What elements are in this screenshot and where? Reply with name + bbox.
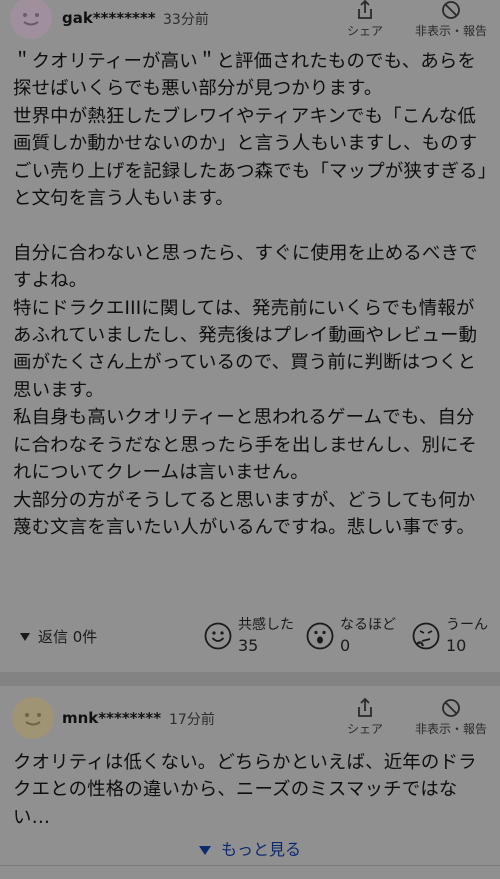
surprised-icon	[306, 622, 334, 650]
bottom-divider	[0, 865, 500, 866]
timestamp: 33分前	[163, 12, 209, 28]
avatar-face-icon	[25, 713, 41, 726]
share-button[interactable]: シェア	[340, 698, 390, 737]
chevron-down-icon	[20, 632, 30, 641]
avatar[interactable]	[12, 697, 54, 739]
username[interactable]: mnk********	[62, 709, 161, 727]
show-more-label: もっと見る	[220, 840, 301, 859]
comment-body: ＂クオリティーが高い＂と評価されたものでも、あらを探せばいくらでも悪い部分が見つ…	[13, 51, 488, 538]
comment-card: gak******** 33分前 シェア 非表示・報告 ＂クオリティーが高い＂と…	[0, 0, 500, 672]
share-icon	[358, 0, 372, 19]
reaction-count: 10	[446, 636, 467, 655]
block-icon	[442, 699, 460, 717]
reaction-label: 共感した	[238, 617, 294, 633]
reaction-count: 0	[340, 636, 351, 655]
thinking-icon	[412, 622, 440, 650]
share-button[interactable]: シェア	[340, 0, 390, 39]
reaction-label: うーん	[446, 617, 488, 633]
reaction-uun[interactable]: うーん 10	[412, 617, 488, 658]
avatar-face-icon	[23, 13, 39, 26]
timestamp: 17分前	[169, 712, 215, 728]
reaction-empathy[interactable]: 共感した 35	[204, 617, 294, 658]
avatar[interactable]	[10, 0, 52, 39]
username[interactable]: gak********	[62, 9, 156, 27]
hide-report-label: 非表示・報告	[414, 24, 487, 38]
hide-report-button[interactable]: 非表示・報告	[405, 698, 497, 737]
reaction-naruhodo[interactable]: なるほど 0	[306, 617, 396, 658]
hide-report-label: 非表示・報告	[414, 722, 487, 736]
share-label: シェア	[346, 24, 383, 38]
reaction-count: 35	[238, 636, 259, 655]
show-more-button[interactable]: もっと見る	[0, 836, 500, 860]
smile-icon	[204, 622, 232, 650]
reply-toggle[interactable]: 返信 0件	[20, 626, 97, 647]
hide-report-button[interactable]: 非表示・報告	[405, 0, 497, 39]
chevron-down-icon	[198, 846, 211, 855]
share-label: シェア	[346, 722, 383, 736]
block-icon	[442, 1, 460, 19]
reply-label: 返信 0件	[38, 628, 98, 646]
reaction-label: なるほど	[340, 617, 396, 633]
comment-body: クオリティは低くない。どちらかといえば、近年のドラクエとの性格の違いから、ニーズ…	[13, 752, 477, 828]
comment-divider	[0, 672, 500, 686]
share-icon	[358, 698, 372, 717]
